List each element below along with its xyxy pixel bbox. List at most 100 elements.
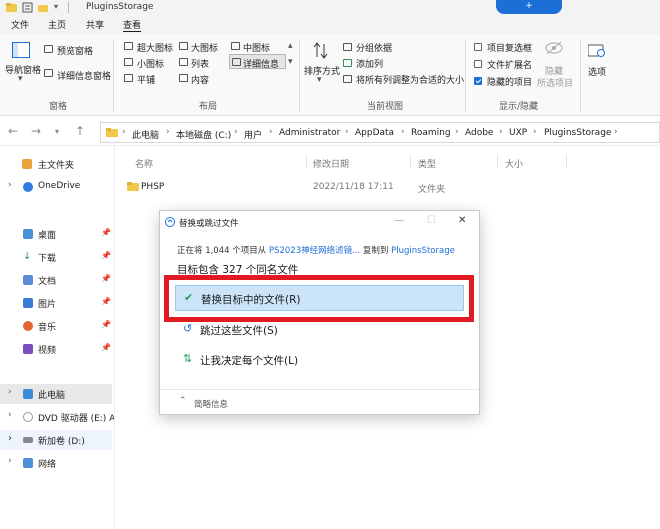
column-header-name[interactable]: 名称 xyxy=(135,157,153,170)
nav-item-dvd-drive[interactable]: › DVD 驱动器 (E:) A xyxy=(0,407,115,427)
breadcrumb-local-disk[interactable]: 本地磁盘 (C:) xyxy=(176,128,231,141)
layout-xl-icons[interactable]: 超大图标 xyxy=(137,41,173,54)
nav-item-downloads[interactable]: ↓ 下载 📌 xyxy=(0,247,112,267)
pin-icon[interactable]: 📌 xyxy=(101,320,111,329)
navigation-pane-button[interactable]: 导航窗格 xyxy=(5,63,41,76)
tab-view[interactable]: 查看 xyxy=(123,18,142,32)
nav-item-videos[interactable]: 视频 📌 xyxy=(0,339,112,359)
layout-tiles[interactable]: 平铺 xyxy=(137,73,155,86)
group-by-icon xyxy=(343,43,352,51)
breadcrumb-this-pc[interactable]: 此电脑 xyxy=(132,128,159,141)
nav-item-pictures[interactable]: 图片 📌 xyxy=(0,293,112,313)
item-checkboxes-checkbox[interactable] xyxy=(474,43,482,51)
layout-content[interactable]: 内容 xyxy=(191,73,209,86)
breadcrumb-pluginsstorage[interactable]: PluginsStorage xyxy=(544,128,611,138)
navigation-pane-icon[interactable] xyxy=(12,42,30,61)
layout-details[interactable]: 详细信息 xyxy=(243,57,279,70)
forward-arrow-icon[interactable]: → xyxy=(31,124,41,138)
tab-file[interactable]: 文件 xyxy=(11,18,29,31)
preview-pane-button[interactable]: 预览窗格 xyxy=(57,44,93,57)
breadcrumb-appdata[interactable]: AppData xyxy=(355,128,394,138)
sort-by-button[interactable]: 排序方式 xyxy=(304,64,340,77)
pin-icon[interactable]: 📌 xyxy=(101,297,111,306)
recent-locations-icon[interactable]: ▾ xyxy=(55,127,59,136)
file-extensions-label: 文件扩展名 xyxy=(487,61,533,71)
nav-item-music[interactable]: 音乐 📌 xyxy=(0,316,112,336)
breadcrumb-roaming[interactable]: Roaming xyxy=(411,128,451,138)
details-pane-button[interactable]: 详细信息窗格 xyxy=(57,69,111,82)
pin-icon[interactable]: 📌 xyxy=(101,343,111,352)
expand-chevron-icon[interactable]: › xyxy=(8,410,12,420)
size-columns-icon xyxy=(343,75,352,83)
pin-icon[interactable]: 📌 xyxy=(101,228,111,237)
options-button[interactable]: 选项 xyxy=(588,65,606,78)
back-arrow-icon[interactable]: ← xyxy=(8,124,18,138)
column-header-modified[interactable]: 修改日期 xyxy=(313,157,349,170)
address-bar[interactable]: › 此电脑 › 本地磁盘 (C:) › 用户 › Administrator ›… xyxy=(100,122,660,143)
nav-item-documents[interactable]: 文档 📌 xyxy=(0,270,112,290)
new-folder-icon[interactable] xyxy=(38,2,49,13)
size-all-columns-button[interactable]: 将所有列调整为合适的大小 xyxy=(356,73,464,86)
hidden-items-checkbox[interactable] xyxy=(474,77,482,85)
fewer-details-button[interactable]: 简略信息 xyxy=(194,398,228,410)
folder-icon xyxy=(106,127,118,141)
copy-source-link[interactable]: PS2023神经网络滤镜... xyxy=(269,246,360,256)
home-icon xyxy=(22,159,32,169)
nav-item-this-pc[interactable]: › 此电脑 xyxy=(0,384,112,404)
collapse-chevron-icon[interactable]: › xyxy=(8,433,12,444)
tab-home[interactable]: 主页 xyxy=(48,18,66,31)
document-icon xyxy=(23,275,33,285)
expand-chevron-icon[interactable]: › xyxy=(8,180,12,190)
breadcrumb-chevron-icon: › xyxy=(234,127,238,137)
nav-item-desktop[interactable]: 桌面 📌 xyxy=(0,224,112,244)
minimize-icon[interactable]: — xyxy=(394,215,404,226)
nav-item-home[interactable]: 主文件夹 xyxy=(0,154,112,174)
group-by-button[interactable]: 分组依据 xyxy=(356,41,392,54)
maximize-icon[interactable]: ☐ xyxy=(427,215,436,226)
layout-small-icons[interactable]: 小图标 xyxy=(137,57,164,70)
layout-medium-icons[interactable]: 中图标 xyxy=(243,41,270,54)
nav-item-onedrive[interactable]: › OneDrive xyxy=(0,177,112,197)
tiles-icon xyxy=(124,74,133,82)
ribbon-divider xyxy=(113,40,114,112)
nav-item-label: 文档 xyxy=(38,277,57,287)
file-type: 文件夹 xyxy=(418,185,446,195)
tab-share[interactable]: 共享 xyxy=(86,18,104,31)
pin-icon[interactable]: 📌 xyxy=(101,251,111,260)
layout-list[interactable]: 列表 xyxy=(191,57,209,70)
chevron-up-icon[interactable]: ⌃ xyxy=(179,396,187,406)
column-divider xyxy=(306,154,307,168)
layout-scroll-up-icon[interactable]: ▴ xyxy=(288,41,293,51)
medium-icons-icon xyxy=(231,42,240,50)
breadcrumb-adobe[interactable]: Adobe xyxy=(465,128,493,138)
properties-icon[interactable] xyxy=(22,2,33,13)
close-icon[interactable]: ✕ xyxy=(458,215,466,226)
layout-large-icons[interactable]: 大图标 xyxy=(191,41,218,54)
column-header-size[interactable]: 大小 xyxy=(505,157,523,170)
nav-item-network[interactable]: › 网络 xyxy=(0,453,112,473)
sort-chevron-icon[interactable]: ▾ xyxy=(317,75,322,85)
column-header-type[interactable]: 类型 xyxy=(418,157,436,170)
decide-icon: ⇅ xyxy=(183,352,193,365)
decide-each-option[interactable]: ⇅ 让我决定每个文件(L) xyxy=(175,347,464,373)
quick-access-chevron-icon[interactable]: ▾ xyxy=(54,2,65,13)
add-columns-button[interactable]: 添加列 xyxy=(356,57,383,70)
window-title: PluginsStorage xyxy=(86,2,154,12)
breadcrumb-administrator[interactable]: Administrator xyxy=(279,128,340,138)
copy-destination-link[interactable]: PluginsStorage xyxy=(391,246,455,256)
layout-scroll-down-icon[interactable]: ▾ xyxy=(288,57,293,67)
breadcrumb-users[interactable]: 用户 xyxy=(244,128,262,141)
dialog-title: 替换或跳过文件 xyxy=(179,219,239,229)
file-extensions-checkbox[interactable] xyxy=(474,60,482,68)
nav-item-label: 桌面 xyxy=(38,231,57,241)
expand-chevron-icon[interactable]: › xyxy=(8,456,12,466)
nav-item-new-volume[interactable]: › 新加卷 (D:) xyxy=(0,430,112,450)
breadcrumb-chevron-icon: › xyxy=(345,127,349,137)
breadcrumb-uxp[interactable]: UXP xyxy=(509,128,527,138)
up-arrow-icon[interactable]: ↑ xyxy=(75,124,85,138)
expand-chevron-icon[interactable]: › xyxy=(8,387,12,397)
desktop-icon xyxy=(23,229,33,239)
navigation-pane-chevron-icon[interactable]: ▾ xyxy=(18,74,23,84)
skip-icon: ↺ xyxy=(183,322,193,335)
pin-icon[interactable]: 📌 xyxy=(101,274,111,283)
